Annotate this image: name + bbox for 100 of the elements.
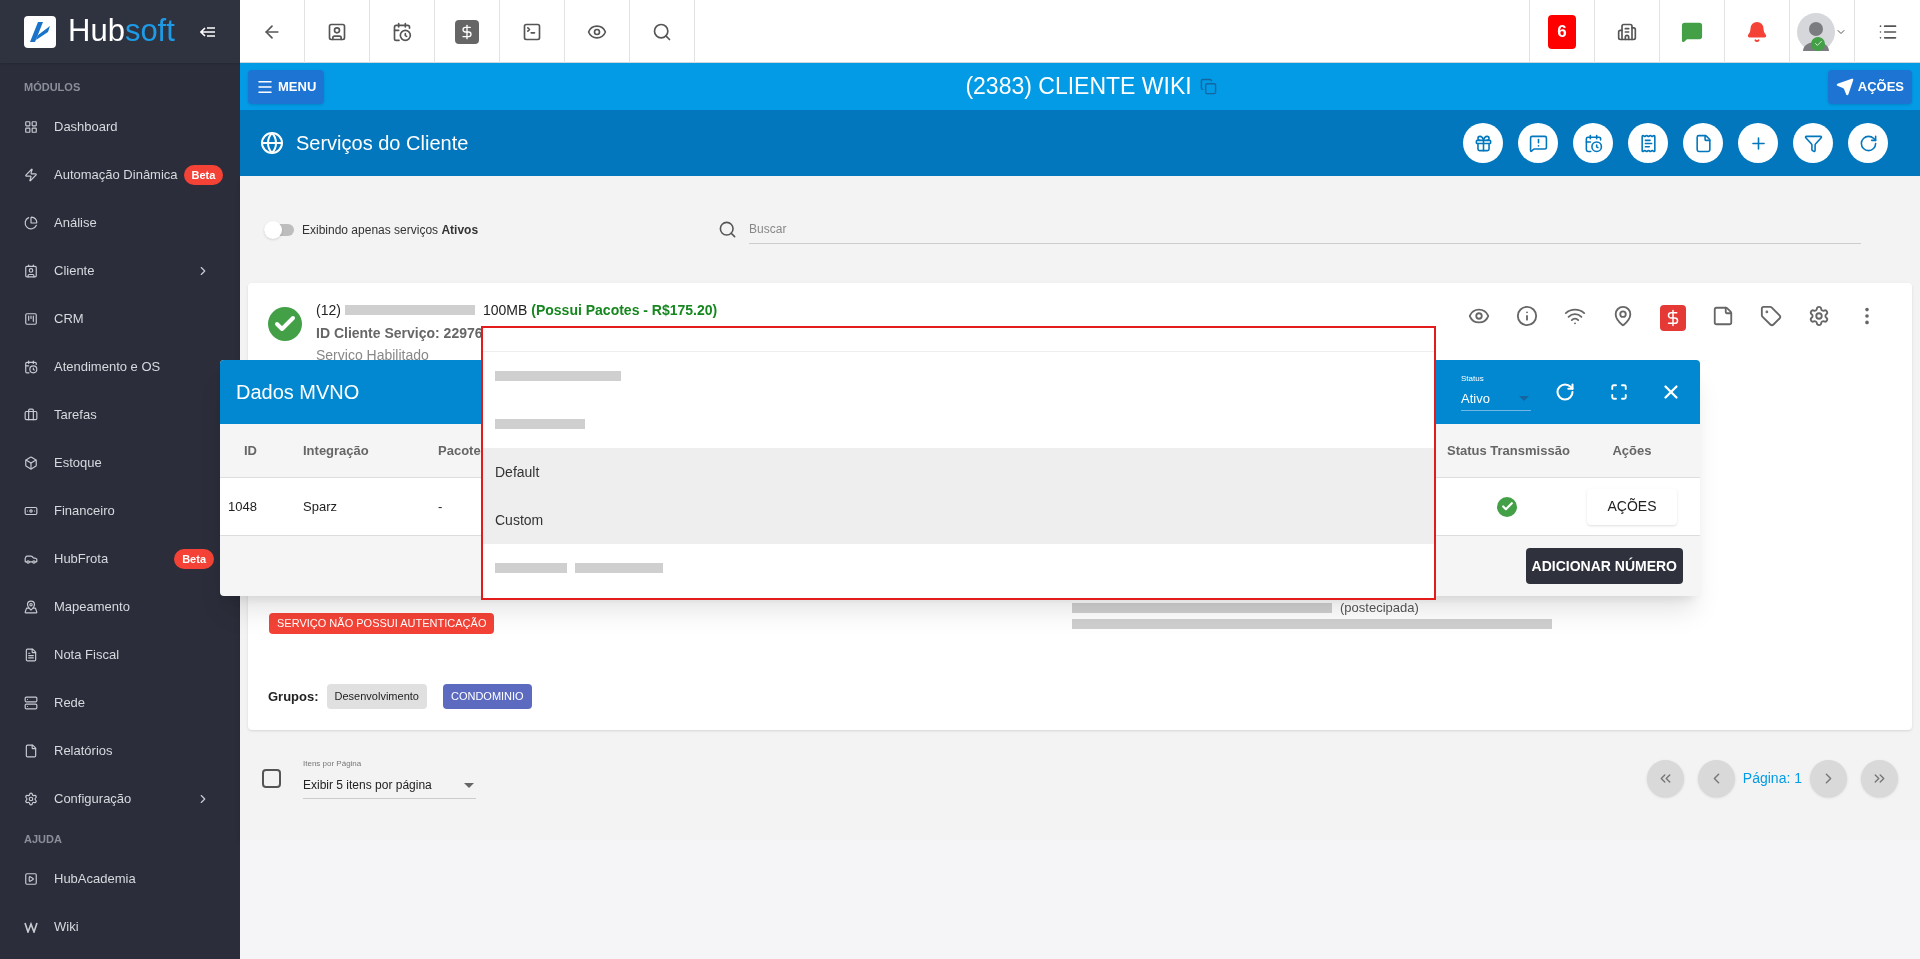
menu-button[interactable]: MENU	[248, 69, 325, 104]
bell-icon	[1746, 20, 1768, 43]
sidebar-item[interactable]: HubAcademia	[0, 855, 218, 903]
blurred-text	[495, 563, 567, 573]
banknote-icon	[24, 504, 38, 518]
video-icon	[24, 872, 38, 886]
column-header: Pacote	[438, 442, 481, 458]
sidebar-item-label: Mapeamento	[54, 598, 130, 617]
sidebar-item[interactable]: Tarefas	[0, 391, 218, 439]
collapse-icon[interactable]	[200, 25, 216, 38]
alert-message-button[interactable]	[1518, 123, 1558, 163]
search-icon	[652, 21, 672, 42]
sidebar-item[interactable]: CRM	[0, 295, 218, 343]
sidebar-item[interactable]: Wiki	[0, 903, 218, 951]
contact-card-icon	[327, 21, 347, 42]
service-speed: 100MB	[482, 300, 528, 320]
sidebar-item[interactable]: Atendimento e OS	[0, 343, 218, 391]
sidebar-item-label: Cliente	[54, 262, 95, 281]
auth-badge: SERVIÇO NÃO POSSUI AUTENTICAÇÃO	[269, 613, 495, 634]
sidebar-item[interactable]: HubFrota Beta	[0, 535, 218, 583]
section-title: Serviços do Cliente	[296, 131, 469, 156]
sidebar-item-label: CRM	[54, 310, 84, 329]
gift-icon	[1473, 133, 1493, 153]
add-number-button[interactable]: ADICIONAR NÚMERO	[1525, 548, 1683, 584]
sidebar-item-label: Automação Dinâmica	[54, 166, 178, 185]
sidebar-section-title: MÓDULOS	[23, 79, 82, 95]
message-icon	[1681, 20, 1703, 43]
status-select[interactable]: Ativo	[1461, 388, 1531, 412]
sidebar-item[interactable]: Cliente	[0, 247, 218, 295]
column-header: Ações	[1612, 442, 1652, 458]
avatar	[1797, 12, 1835, 51]
sidebar-item[interactable]: Financeiro	[0, 487, 218, 535]
column-header: Status Transmissão	[1447, 442, 1570, 458]
sidebar-item[interactable]: Configuração	[0, 775, 218, 823]
sidebar-item-label: Wiki	[54, 918, 79, 937]
info-icon[interactable]	[1516, 305, 1538, 327]
sidebar-item-label: Financeiro	[54, 502, 115, 521]
settings-icon[interactable]	[1808, 305, 1830, 327]
column-header: ID	[244, 442, 257, 458]
caret-icon	[1519, 396, 1529, 401]
settings-icon	[24, 792, 38, 806]
refresh-button[interactable]	[1848, 123, 1888, 163]
option-item[interactable]: Custom	[483, 496, 1434, 544]
sidebar-item[interactable]: Mapeamento	[0, 583, 218, 631]
first-page-button[interactable]	[1646, 760, 1684, 797]
contact-card-icon	[24, 264, 38, 278]
sidebar-item[interactable]: Nota Fiscal	[0, 631, 218, 679]
filter-button[interactable]	[1793, 123, 1833, 163]
pie-chart-icon	[24, 216, 38, 230]
sidebar-item-label: Relatórios	[54, 742, 113, 761]
sidebar-item[interactable]: Relatórios	[0, 727, 218, 775]
sidebar-item[interactable]: Dashboard	[0, 103, 218, 151]
select-all-checkbox[interactable]	[262, 769, 281, 788]
document-icon	[24, 648, 38, 662]
billing-text: (postecipada)	[1340, 601, 1419, 615]
calendar-clock-button[interactable]	[1573, 123, 1613, 163]
sidebar-item-label: HubAcademia	[54, 870, 136, 889]
group-tag: Desenvolvimento	[326, 684, 427, 709]
gift-button[interactable]	[1463, 123, 1503, 163]
terminal-icon	[522, 21, 542, 42]
note-icon[interactable]	[1712, 305, 1734, 327]
fullscreen-icon[interactable]	[1610, 383, 1628, 401]
option-item[interactable]: Default	[483, 448, 1434, 496]
sidebar-item[interactable]: Estoque	[0, 439, 218, 487]
per-page-select[interactable]: Exibir 5 itens por página	[303, 776, 476, 799]
last-page-button[interactable]	[1861, 760, 1898, 797]
map-pin-icon[interactable]	[1612, 305, 1634, 327]
refresh-icon	[1858, 133, 1878, 153]
row-actions-button[interactable]: AÇÕES	[1587, 488, 1677, 525]
beta-badge: Beta	[183, 164, 224, 186]
refresh-icon[interactable]	[1555, 382, 1575, 402]
plus-button[interactable]	[1738, 123, 1778, 163]
file-button[interactable]	[1683, 123, 1723, 163]
dollar-button[interactable]	[1660, 305, 1686, 331]
service-prefix: (12)	[316, 300, 341, 320]
car-icon	[24, 552, 38, 566]
sidebar-item[interactable]: Análise	[0, 199, 218, 247]
toggle-switch[interactable]	[264, 223, 294, 236]
logo-icon	[24, 15, 56, 48]
table-cell: Sparz	[303, 498, 337, 514]
beta-badge: Beta	[174, 548, 214, 570]
tag-icon[interactable]	[1760, 305, 1782, 327]
calendar-clock-icon	[24, 360, 38, 374]
search-field[interactable]: Buscar	[749, 215, 1862, 244]
sidebar-item-label: Configuração	[54, 790, 132, 809]
sidebar-item-label: HubFrota	[54, 550, 109, 569]
board-icon	[24, 312, 38, 326]
dialog-title: Dados MVNO	[236, 380, 360, 405]
receipt-button[interactable]	[1628, 123, 1668, 163]
column-header: Integração	[303, 442, 369, 458]
notification-count[interactable]: 6	[1530, 0, 1595, 63]
per-page-label: Itens por Página	[303, 758, 363, 770]
sidebar-item-label: Tarefas	[54, 406, 97, 425]
calendar-clock-icon	[392, 21, 412, 42]
client-title: (2383) CLIENTE WIKI	[965, 72, 1192, 102]
sidebar-item-label: Rede	[54, 694, 86, 713]
wiki-icon	[24, 921, 38, 933]
actions-button[interactable]: AÇÕES	[1827, 69, 1912, 104]
sidebar-item[interactable]: Rede	[0, 679, 218, 727]
sidebar-item-label: Dashboard	[54, 118, 118, 137]
